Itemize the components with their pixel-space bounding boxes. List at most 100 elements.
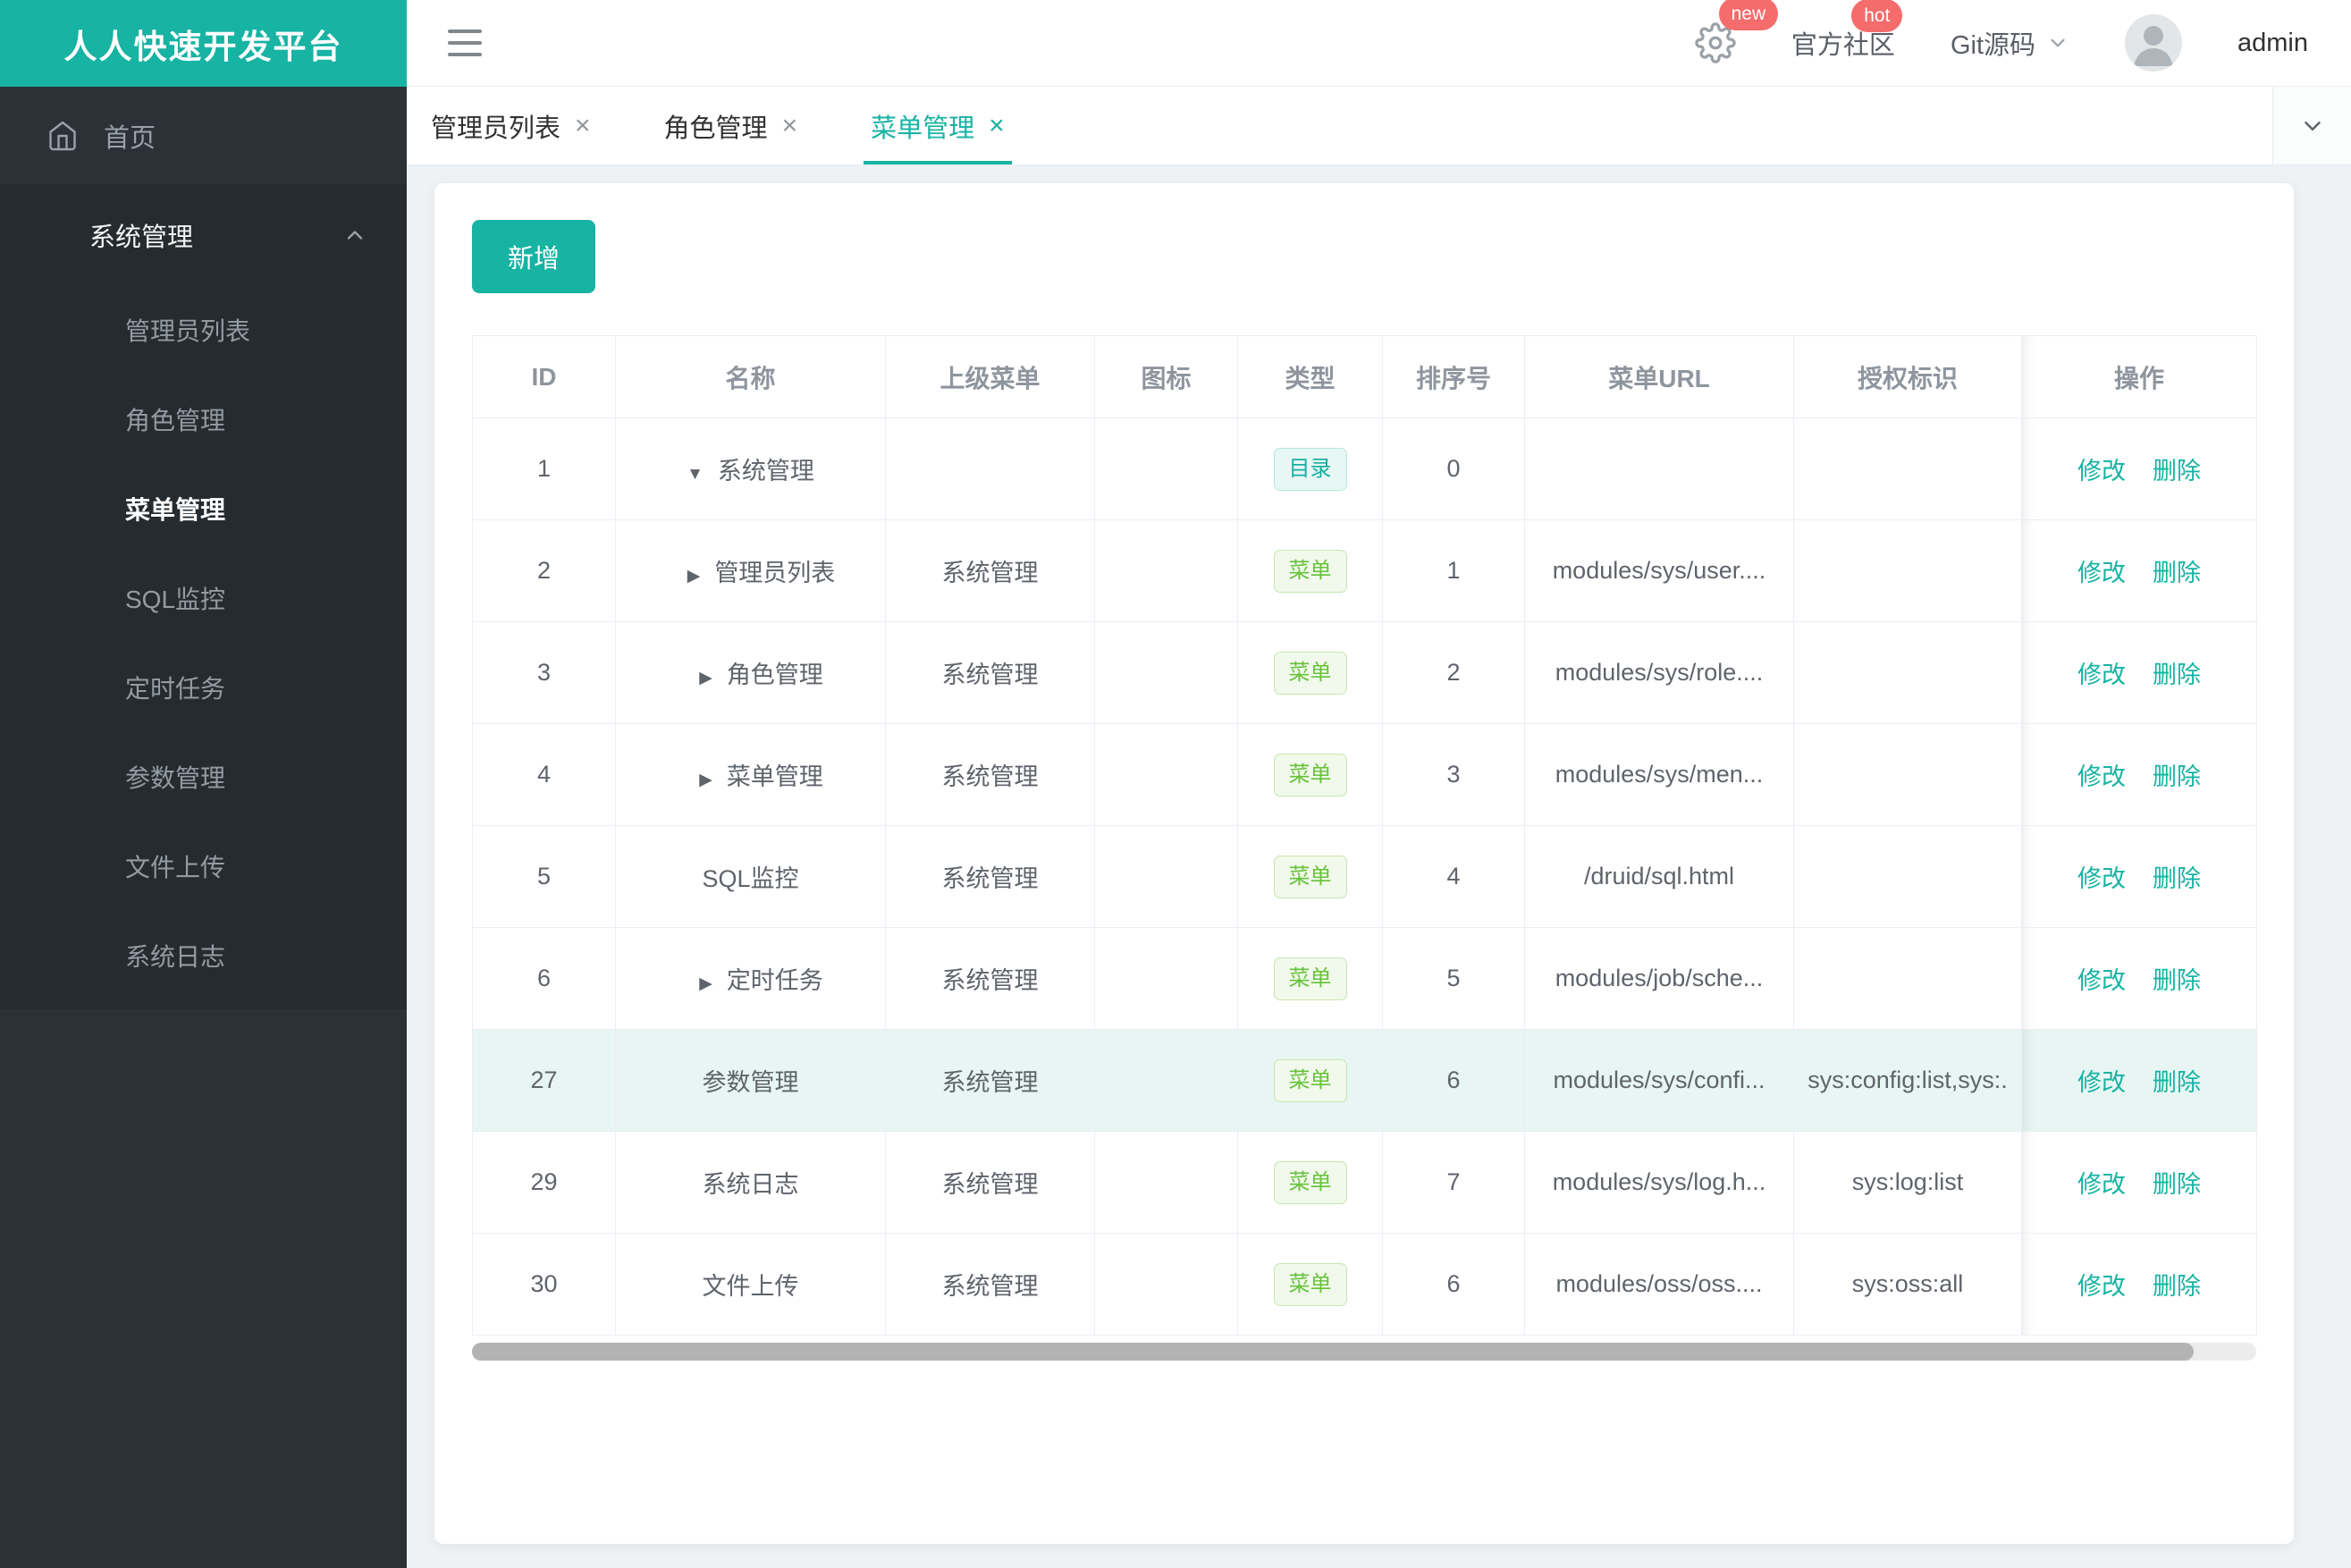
edit-link[interactable]: 修改 <box>2077 967 2126 994</box>
cell-perms <box>1793 723 2022 826</box>
chevron-down-icon <box>2304 121 2321 131</box>
type-badge: 菜单 <box>1273 753 1347 797</box>
cell-name: ▶ 定时任务 <box>615 927 886 1030</box>
edit-link[interactable]: 修改 <box>2077 560 2126 586</box>
cell-icon <box>1094 519 1238 622</box>
cell-id: 4 <box>472 723 616 826</box>
menu-name: 菜单管理 <box>726 763 823 790</box>
hot-badge: hot <box>1851 0 1903 32</box>
cell-parent: 系统管理 <box>885 825 1095 928</box>
add-button[interactable]: 新增 <box>472 220 595 293</box>
menu-name: 系统管理 <box>717 458 814 485</box>
cell-type: 菜单 <box>1237 825 1383 928</box>
expand-arrow-icon[interactable]: ▶ <box>687 567 701 586</box>
edit-link[interactable]: 修改 <box>2077 1273 2126 1300</box>
edit-link[interactable]: 修改 <box>2077 763 2126 790</box>
type-badge: 目录 <box>1273 447 1347 491</box>
sidebar-item-menu[interactable]: 菜单管理 <box>0 464 407 553</box>
sidebar-item-log[interactable]: 系统日志 <box>0 911 407 1000</box>
delete-link[interactable]: 删除 <box>2153 1273 2201 1300</box>
community-link[interactable]: 官方社区 hot <box>1791 0 1903 62</box>
sidebar-item-sql[interactable]: SQL监控 <box>0 553 407 643</box>
cell-url: modules/sys/confi... <box>1524 1029 1794 1132</box>
tab-bar: 管理员列表 × 角色管理 × 菜单管理 × <box>407 87 2351 165</box>
table-row: 29 系统日志 系统管理 菜单 7 modules/sys/log.h... sys:log… <box>472 1131 2257 1234</box>
sidebar-item-job[interactable]: 定时任务 <box>0 643 407 732</box>
type-badge: 菜单 <box>1273 1160 1347 1204</box>
table-row: 1 ▼ 系统管理 目录 0 修改 删除 <box>472 417 2257 520</box>
cell-icon <box>1094 621 1238 724</box>
menu-name: 定时任务 <box>726 967 823 994</box>
cell-name: SQL监控 <box>615 825 886 928</box>
delete-link[interactable]: 删除 <box>2153 560 2201 586</box>
edit-link[interactable]: 修改 <box>2077 662 2126 688</box>
sidebar-item-admin-list[interactable]: 管理员列表 <box>0 285 407 375</box>
expand-arrow-icon[interactable]: ▶ <box>699 669 712 687</box>
tab-menu[interactable]: 菜单管理 × <box>864 87 1012 164</box>
cell-id: 29 <box>472 1131 616 1234</box>
collapse-arrow-icon[interactable]: ▼ <box>687 465 704 484</box>
content-area: 新增 ID 名称 上级菜单 图标 类型 排序号 菜单URL 授权标识 操作 1 ▼ 系统 <box>407 165 2351 1568</box>
delete-link[interactable]: 删除 <box>2153 1069 2201 1096</box>
settings-theme-button[interactable]: new <box>1695 0 1779 63</box>
tabs-dropdown-button[interactable] <box>2272 87 2351 164</box>
delete-link[interactable]: 删除 <box>2153 865 2201 892</box>
sidebar-item-config[interactable]: 参数管理 <box>0 732 407 822</box>
menu-name: 角色管理 <box>726 662 823 688</box>
cell-id: 1 <box>472 417 616 520</box>
delete-link[interactable]: 删除 <box>2153 967 2201 994</box>
cell-url <box>1524 417 1794 520</box>
table-row: 3 ▶ 角色管理 系统管理 菜单 2 modules/sys/role.... 修改 删除 <box>472 621 2257 724</box>
username-dropdown[interactable]: admin <box>2237 29 2308 58</box>
avatar-image <box>2125 14 2182 72</box>
sidebar-item-home[interactable]: 首页 <box>0 87 407 185</box>
sidebar-toggle-button[interactable] <box>442 21 487 65</box>
cell-name: ▶ 管理员列表 <box>615 519 886 622</box>
app-logo: 人人快速开发平台 <box>0 0 407 87</box>
table-row: 5 SQL监控 系统管理 菜单 4/druid/sql.html 修改 删除 <box>472 825 2257 928</box>
sidebar-section-system: 系统管理 管理员列表 角色管理 菜单管理 SQL监控 定时任务 参数管理 文件上传 系统日志 <box>0 185 407 1009</box>
menu-management-card: 新增 ID 名称 上级菜单 图标 类型 排序号 菜单URL 授权标识 操作 1 ▼ 系统 <box>434 183 2294 1544</box>
cell-actions: 修改 删除 <box>2021 621 2257 724</box>
close-icon[interactable]: × <box>782 112 798 139</box>
cell-url: /druid/sql.html <box>1524 825 1794 928</box>
chevron-down-icon <box>2051 38 2065 47</box>
edit-link[interactable]: 修改 <box>2077 458 2126 485</box>
cell-parent: 系统管理 <box>885 723 1095 826</box>
edit-link[interactable]: 修改 <box>2077 865 2126 892</box>
horizontal-scrollbar-thumb[interactable] <box>472 1343 2195 1361</box>
chevron-up-icon <box>347 231 363 240</box>
sidebar-item-role[interactable]: 角色管理 <box>0 375 407 464</box>
table-row: 2 ▶ 管理员列表 系统管理 菜单 1 modules/sys/user.... 修改 删除 <box>472 519 2257 622</box>
cell-actions: 修改 删除 <box>2021 927 2257 1030</box>
delete-link[interactable]: 删除 <box>2153 458 2201 485</box>
expand-arrow-icon[interactable]: ▶ <box>699 974 712 993</box>
git-source-dropdown[interactable]: Git源码 <box>1951 24 2069 62</box>
cell-icon <box>1094 825 1238 928</box>
edit-link[interactable]: 修改 <box>2077 1171 2126 1198</box>
new-badge: new <box>1718 0 1779 30</box>
cell-parent: 系统管理 <box>885 1233 1095 1336</box>
cell-perms <box>1793 825 2022 928</box>
cell-perms <box>1793 519 2022 622</box>
delete-link[interactable]: 删除 <box>2153 662 2201 688</box>
delete-link[interactable]: 删除 <box>2153 1171 2201 1198</box>
edit-link[interactable]: 修改 <box>2077 1069 2126 1096</box>
type-badge: 菜单 <box>1273 957 1347 1000</box>
cell-type: 菜单 <box>1237 1029 1383 1132</box>
close-icon[interactable]: × <box>575 112 591 139</box>
cell-icon <box>1094 417 1238 520</box>
sidebar-home-label: 首页 <box>104 123 156 153</box>
horizontal-scrollbar-track[interactable] <box>472 1343 2256 1361</box>
tab-admin-list[interactable]: 管理员列表 × <box>431 87 591 164</box>
hamburger-icon <box>448 30 482 33</box>
avatar[interactable] <box>2125 14 2182 72</box>
sidebar-section-toggle[interactable]: 系统管理 <box>0 185 407 285</box>
delete-link[interactable]: 删除 <box>2153 763 2201 790</box>
close-icon[interactable]: × <box>989 112 1005 139</box>
expand-arrow-icon[interactable]: ▶ <box>699 771 712 789</box>
tab-role[interactable]: 角色管理 × <box>664 87 798 164</box>
hamburger-icon <box>448 53 482 56</box>
cell-actions: 修改 删除 <box>2021 519 2257 622</box>
sidebar-item-oss[interactable]: 文件上传 <box>0 822 407 911</box>
